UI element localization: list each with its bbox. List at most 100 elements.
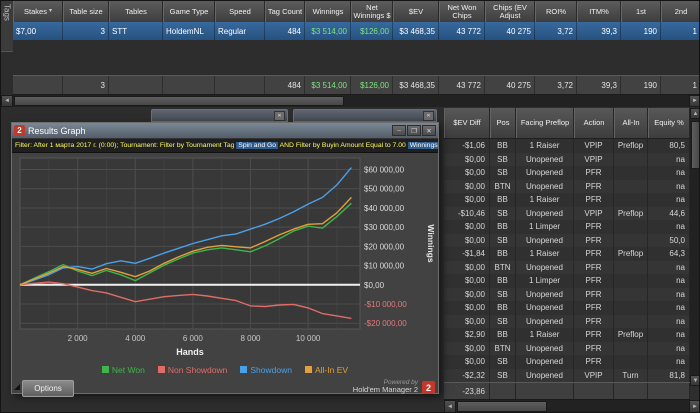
ev-table-row[interactable]: $0,00 BTN Unopened PFR na bbox=[444, 179, 690, 193]
close-icon[interactable]: ✕ bbox=[274, 110, 285, 121]
totals-row-cell: 190 bbox=[621, 76, 661, 94]
results-graph-titlebar[interactable]: 2 Results Graph – ❐ ✕ bbox=[12, 123, 438, 139]
ev-cell: Unopened bbox=[516, 355, 574, 369]
ev-cell: BTN bbox=[490, 341, 516, 355]
ev-table-row[interactable]: $0,00 BB Unopened PFR na bbox=[444, 301, 690, 315]
maximize-icon[interactable]: ❐ bbox=[407, 125, 421, 136]
ev-table-row[interactable]: $0,00 SB Unopened PFR na bbox=[444, 355, 690, 369]
column-header-2nd[interactable]: 2nd bbox=[661, 1, 699, 22]
stakes-row-cell[interactable]: $3 514,00 bbox=[305, 22, 351, 40]
ev-table-row[interactable]: $0,00 BTN Unopened PFR na bbox=[444, 341, 690, 355]
ev-table-row[interactable]: -$1,84 BB 1 Raiser PFR Preflop 64,3 bbox=[444, 247, 690, 261]
ev-table-row[interactable]: $0,00 SB Unopened PFR na bbox=[444, 287, 690, 301]
column-header-tag-count[interactable]: Tag Count bbox=[265, 1, 305, 22]
stakes-row-cell[interactable]: Regular bbox=[215, 22, 265, 40]
ev-table-row[interactable]: $0,00 SB Unopened PFR 50,0 bbox=[444, 233, 690, 247]
ev-table-row[interactable]: $0,00 BTN Unopened PFR na bbox=[444, 260, 690, 274]
ev-total-empty bbox=[614, 383, 648, 399]
minimize-icon[interactable]: – bbox=[392, 125, 406, 136]
scrollbar-thumb[interactable] bbox=[691, 121, 699, 169]
stakes-row-cell[interactable]: 3,72 bbox=[535, 22, 577, 40]
stakes-row-cell[interactable]: 39,3 bbox=[577, 22, 621, 40]
close-icon[interactable]: ✕ bbox=[422, 125, 436, 136]
ev-cell: na bbox=[648, 152, 690, 166]
column-header-winnings[interactable]: Winnings bbox=[305, 1, 351, 22]
totals-row-cell: 39,3 bbox=[577, 76, 621, 94]
legend-item-non-showdown[interactable]: Non Showdown bbox=[157, 365, 227, 375]
stakes-row-cell[interactable]: $3 468,35 bbox=[393, 22, 439, 40]
stakes-row-cell[interactable]: $7,00 bbox=[13, 22, 63, 40]
resize-grip-icon[interactable] bbox=[14, 384, 20, 390]
options-button[interactable]: Options bbox=[22, 380, 74, 397]
column-header-chips-ev-adjust[interactable]: Chips (EV Adjust bbox=[485, 1, 535, 22]
ev-column-header-ev-diff[interactable]: $EV Diff bbox=[444, 108, 490, 138]
stakes-row-cell[interactable]: HoldemNL bbox=[163, 22, 215, 40]
totals-row-cell: $3 514,00 bbox=[305, 76, 351, 94]
stakes-row-cell[interactable]: 43 772 bbox=[439, 22, 485, 40]
column-header-speed[interactable]: Speed bbox=[215, 1, 265, 22]
ev-table-row[interactable]: -$2,32 SB Unopened VPIP Turn 81,8 bbox=[444, 368, 690, 382]
scroll-right-icon[interactable]: ► bbox=[689, 400, 699, 412]
column-header-roi[interactable]: ROI% bbox=[535, 1, 577, 22]
top-table-horizontal-scrollbar[interactable]: ◄ ► bbox=[1, 95, 699, 107]
legend-item-net-won[interactable]: Net Won bbox=[101, 364, 145, 375]
ev-column-header-action[interactable]: Action bbox=[574, 108, 614, 138]
ev-table-row[interactable]: -$10,46 SB Unopened VPIP Preflop 44,6 bbox=[444, 206, 690, 220]
stakes-table-selected-row[interactable]: $7,00 3 STT HoldemNL Regular 484 $3 514,00 $126… bbox=[13, 22, 699, 41]
ev-table-row[interactable]: $0,00 BB 1 Limper PFR na bbox=[444, 274, 690, 288]
ev-column-header-all-in[interactable]: All-In bbox=[614, 108, 648, 138]
legend-item-all-in-ev[interactable]: All-In EV bbox=[304, 364, 349, 375]
column-header-stakes[interactable]: Stakes ▾ bbox=[13, 1, 63, 22]
column-header-net-winnings[interactable]: Net Winnings $ bbox=[351, 1, 393, 22]
legend-label: All-In EV bbox=[314, 364, 349, 375]
ev-diff-table: $EV Diff Pos Facing Preflop Action All-In Equ… bbox=[444, 108, 699, 412]
stakes-row-cell[interactable]: 3 bbox=[63, 22, 109, 40]
ev-column-header-pos[interactable]: Pos bbox=[490, 108, 516, 138]
ev-column-header-facing-preflop[interactable]: Facing Preflop bbox=[516, 108, 574, 138]
column-header-ev[interactable]: $EV bbox=[393, 1, 439, 22]
ev-table-row[interactable]: $0,00 SB Unopened PFR na bbox=[444, 166, 690, 180]
scrollbar-thumb[interactable] bbox=[14, 96, 344, 106]
ev-table-vertical-scrollbar[interactable]: ▲ ▼ bbox=[690, 108, 699, 386]
totals-row-cell: 1 bbox=[661, 76, 699, 94]
ev-table-row[interactable]: $0,00 BB 1 Raiser PFR na bbox=[444, 193, 690, 207]
background-window-titlebar[interactable]: ✕ bbox=[293, 109, 437, 122]
ev-table-row[interactable]: $0,00 SB Unopened VPIP na bbox=[444, 152, 690, 166]
column-header-itm[interactable]: ITM% bbox=[577, 1, 621, 22]
close-icon[interactable]: ✕ bbox=[423, 110, 434, 121]
tags-side-tab-label: Tags bbox=[2, 4, 12, 21]
ev-table-row[interactable]: $0,00 BB 1 Limper PFR na bbox=[444, 220, 690, 234]
stakes-row-cell[interactable]: 190 bbox=[621, 22, 661, 40]
column-header-1st[interactable]: 1st bbox=[621, 1, 661, 22]
ev-total-empty bbox=[516, 383, 574, 399]
legend-label: Net Won bbox=[111, 364, 145, 375]
stakes-row-cell[interactable]: 1 bbox=[661, 22, 699, 40]
ev-table-row[interactable]: $0,00 SB Unopened PFR na bbox=[444, 314, 690, 328]
scroll-down-icon[interactable]: ▼ bbox=[690, 375, 699, 386]
ev-cell: PFR bbox=[574, 328, 614, 342]
column-header-game-type[interactable]: Game Type bbox=[163, 1, 215, 22]
column-header-tables[interactable]: Tables bbox=[109, 1, 163, 22]
scroll-left-icon[interactable]: ◄ bbox=[444, 400, 456, 412]
ev-table-row[interactable]: $2,90 BB 1 Raiser PFR Preflop na bbox=[444, 328, 690, 342]
ev-column-header-equity[interactable]: Equity % bbox=[648, 108, 690, 138]
background-window-titlebar[interactable]: ✕ bbox=[151, 109, 288, 122]
stakes-row-cell[interactable]: STT bbox=[109, 22, 163, 40]
ev-table-horizontal-scrollbar[interactable]: ◄ ► bbox=[444, 400, 699, 412]
stakes-row-cell[interactable]: $126,00 bbox=[351, 22, 393, 40]
ev-table-row[interactable]: -$1,06 BB 1 Raiser VPIP Preflop 80,5 bbox=[444, 139, 690, 153]
column-header-net-won-chips[interactable]: Net Won Chips bbox=[439, 1, 485, 22]
scroll-up-icon[interactable]: ▲ bbox=[690, 108, 699, 119]
ev-cell: Preflop bbox=[614, 139, 648, 153]
scroll-right-icon[interactable]: ► bbox=[689, 95, 699, 107]
ev-cell: 81,8 bbox=[648, 368, 690, 382]
ev-cell bbox=[614, 314, 648, 328]
stakes-row-cell[interactable]: 40 275 bbox=[485, 22, 535, 40]
stakes-row-cell[interactable]: 484 bbox=[265, 22, 305, 40]
legend-item-showdown[interactable]: Showdown bbox=[240, 365, 292, 375]
legend-label: Showdown bbox=[250, 364, 292, 375]
column-header-table-size[interactable]: Table size bbox=[63, 1, 109, 22]
scrollbar-thumb[interactable] bbox=[457, 401, 547, 412]
scroll-left-icon[interactable]: ◄ bbox=[1, 95, 13, 107]
stakes-dropdown-icon[interactable]: ▾ bbox=[49, 8, 52, 14]
